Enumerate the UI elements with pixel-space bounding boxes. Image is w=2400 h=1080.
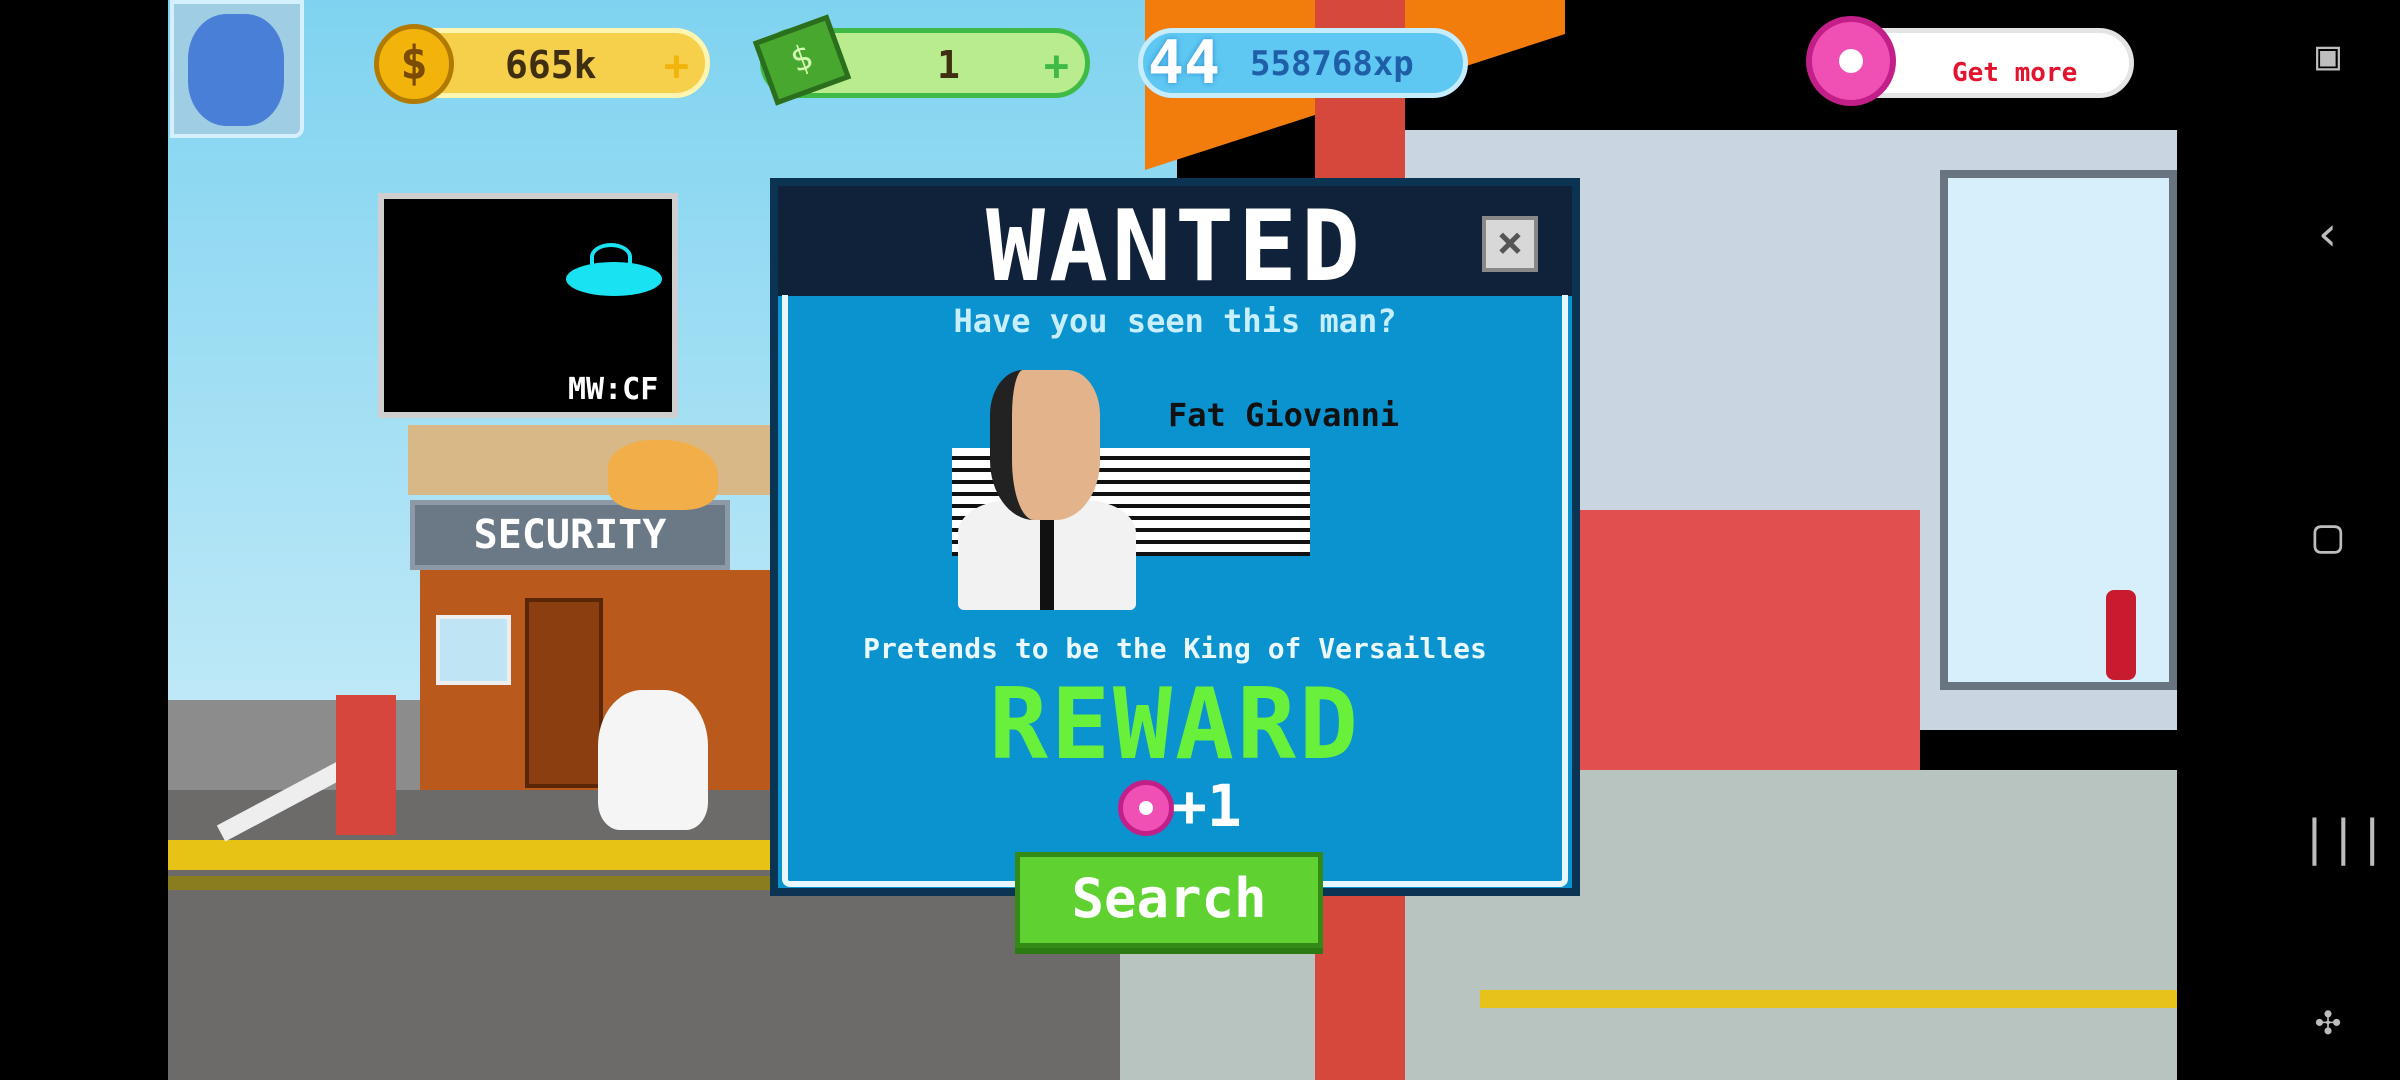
fire-extinguisher-icon — [2106, 590, 2136, 680]
suspect-portrait — [958, 370, 1136, 610]
security-sign: SECURITY — [410, 500, 730, 570]
back-icon[interactable]: ‹ — [2300, 206, 2356, 262]
home-icon[interactable]: ▢ — [2300, 508, 2356, 564]
get-more-label[interactable]: Get more — [1952, 58, 2077, 88]
reward-amount: +1 — [1172, 772, 1242, 840]
dialog-question: Have you seen this man? — [953, 302, 1397, 340]
close-button[interactable]: × — [1482, 216, 1538, 272]
level-badge-icon: 44 — [1147, 28, 1221, 98]
left-black-bar — [0, 0, 168, 1080]
donut-icon — [1806, 16, 1896, 106]
reward-donut-icon — [1118, 780, 1174, 836]
terminal-window — [1940, 170, 2177, 690]
screenshot-icon[interactable]: ▣ — [2300, 28, 2356, 84]
road-curb — [168, 876, 808, 890]
search-button[interactable]: Search — [1015, 852, 1323, 948]
suspect-tie — [1040, 510, 1054, 610]
booth-window — [436, 615, 511, 685]
floor-line — [1480, 990, 2177, 1008]
avatar-figure-icon — [188, 14, 284, 126]
ufo-icon — [566, 262, 662, 296]
road-marking — [168, 840, 808, 870]
dog-character[interactable] — [598, 690, 708, 830]
suspect-description: Pretends to be the King of Versailles — [863, 632, 1487, 665]
add-cash-button[interactable]: + — [1044, 41, 1069, 90]
booth-door — [525, 598, 603, 788]
xp-value: 558768xp — [1250, 44, 1414, 84]
system-navigation-bar — [2178, 0, 2400, 1080]
coins-value: 665k — [505, 43, 597, 87]
dialog-title: WANTED — [985, 190, 1364, 304]
add-coins-button[interactable]: + — [664, 41, 689, 90]
suspect-name: Fat Giovanni — [1168, 396, 1400, 434]
gamepad-icon[interactable]: ✣ — [2300, 992, 2356, 1048]
billboard-label: MW:CF — [568, 372, 659, 407]
suspect-face — [990, 370, 1100, 520]
cash-value: 1 — [937, 43, 960, 87]
reward-title: REWARD — [988, 668, 1361, 782]
cat-character[interactable] — [608, 440, 718, 510]
coin-icon: $ — [374, 24, 454, 104]
recents-icon[interactable]: ||| — [2300, 810, 2387, 866]
barrier-post — [336, 695, 396, 835]
